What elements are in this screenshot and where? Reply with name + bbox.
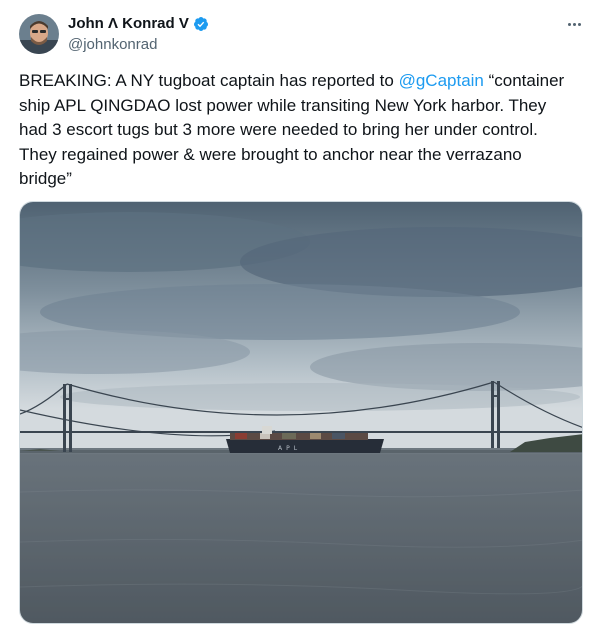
harbor-photo: APL [20,202,582,623]
verified-badge-icon [193,16,209,32]
more-options-icon[interactable] [563,14,585,34]
tweet-text: BREAKING: A NY tugboat captain has repor… [19,69,579,192]
author-display-name[interactable]: John Λ Konrad V [68,15,189,33]
author-name-row: John Λ Konrad V [68,15,209,33]
mention-link[interactable]: @gCaptain [399,71,484,90]
author-handle[interactable]: @johnkonrad [68,36,157,54]
tweet-card: John Λ Konrad V @johnkonrad BREAKING: A … [0,0,599,627]
avatar[interactable] [19,14,59,54]
ship-hull-label: APL [278,445,301,452]
tweet-text-part-1: BREAKING: A NY tugboat captain has repor… [19,71,399,90]
tweet-photo[interactable]: APL [19,201,583,624]
avatar-photo-icon [19,14,59,54]
